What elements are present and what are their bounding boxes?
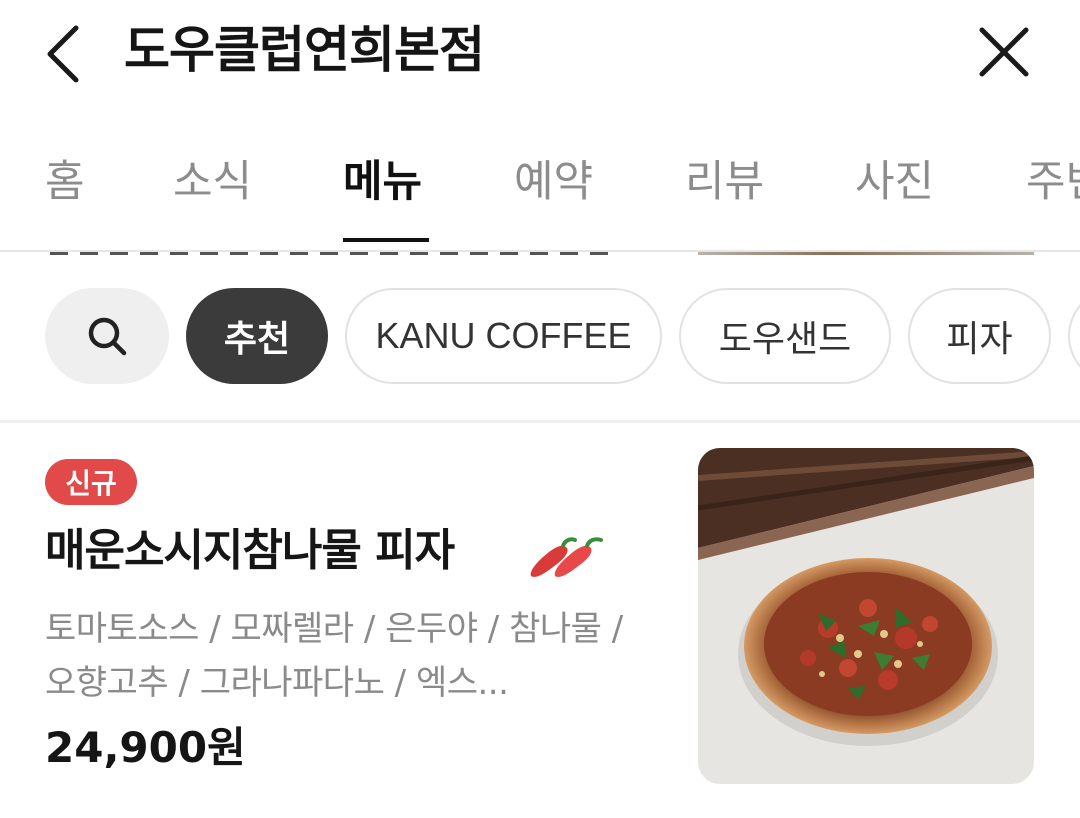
search-icon xyxy=(88,317,127,356)
chip-pizza[interactable]: 피자 xyxy=(908,288,1051,384)
menu-item-photo[interactable] xyxy=(698,448,1034,784)
chip-kanu-coffee[interactable]: KANU COFFEE xyxy=(345,288,662,384)
tab-menu[interactable]: 메뉴 xyxy=(343,152,422,212)
active-tab-indicator xyxy=(343,238,429,242)
tab-reviews[interactable]: 리뷰 xyxy=(685,152,764,212)
chip-recommended[interactable]: 추천 xyxy=(186,288,328,384)
category-filter-bar: 추천 KANU COFFEE 도우샌드 피자 xyxy=(0,288,1080,388)
tab-bar: 홈 소식 메뉴 예약 리뷰 사진 주변 xyxy=(0,142,1080,252)
pizza-photo xyxy=(698,448,1034,784)
close-button[interactable] xyxy=(972,20,1036,84)
chip-more[interactable] xyxy=(1068,288,1080,384)
chili-pepper-icon xyxy=(530,537,603,577)
menu-item-name: 매운소시지참나물 피자 xyxy=(45,525,455,576)
chevron-left-icon xyxy=(47,25,79,83)
new-badge: 신규 xyxy=(45,459,137,505)
page-title: 도우클럽연희본점 xyxy=(124,21,485,79)
menu-search-button[interactable] xyxy=(45,288,169,384)
chip-dough-sand[interactable]: 도우샌드 xyxy=(679,288,891,384)
back-button[interactable] xyxy=(38,20,94,84)
scrolled-content-edge xyxy=(50,252,610,256)
tab-news[interactable]: 소식 xyxy=(173,152,252,212)
tab-photos[interactable]: 사진 xyxy=(855,152,934,212)
menu-item-description: 토마토소스 / 모짜렐라 / 은두야 / 참나물 / 오향고추 / 그라나파다노… xyxy=(45,609,623,703)
section-divider xyxy=(0,420,1080,423)
top-app-bar: 도우클럽연희본점 xyxy=(0,0,1080,110)
tab-reservation[interactable]: 예약 xyxy=(514,152,593,212)
menu-item-price: 24,900원 xyxy=(45,723,246,772)
scrolled-image-edge xyxy=(698,252,1034,255)
tab-home[interactable]: 홈 xyxy=(45,152,85,212)
close-icon xyxy=(979,27,1029,77)
tab-nearby[interactable]: 주변 xyxy=(1026,152,1080,212)
